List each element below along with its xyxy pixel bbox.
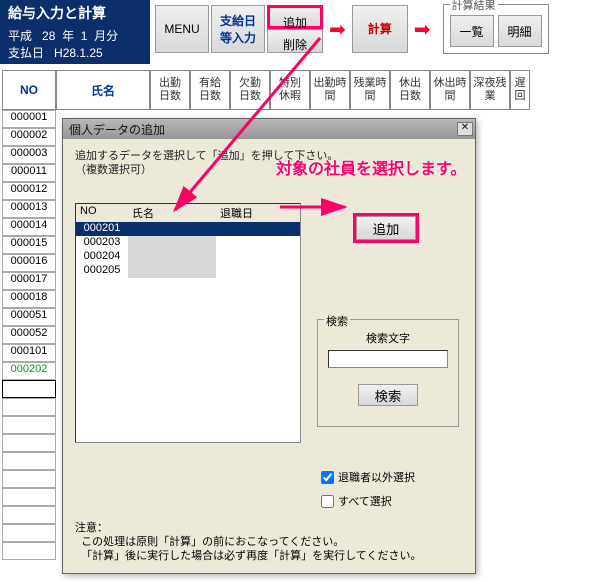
cell-no [2, 452, 56, 470]
selected-cell[interactable] [2, 380, 56, 398]
grid-header-row: NO 氏名 出勤日数 有給日数 欠勤日数 特別休暇 出勤時間 残業時間 休出日数… [2, 70, 608, 110]
cell-no [2, 506, 56, 524]
banner-date-row: 平成 28 年 1 月分 [8, 27, 142, 44]
exclude-retired-checkbox[interactable]: 退職者以外選択 [321, 469, 415, 485]
arrow-right-icon: ➡ [329, 17, 346, 42]
add-delete-stack: 追加 削除 [267, 5, 323, 53]
cell-no: 000011 [2, 164, 56, 182]
list-button[interactable]: 一覧 [450, 15, 494, 47]
grid-header-col: 出勤日数 [150, 70, 190, 110]
cell-no: 000052 [2, 326, 56, 344]
search-frame-label: 検索 [324, 313, 350, 329]
dialog-titlebar: 個人データの追加 ✕ [63, 119, 475, 139]
cell-no: 000014 [2, 218, 56, 236]
grid-header-col: 深夜残業 [470, 70, 510, 110]
cell-no: 000003 [2, 146, 56, 164]
employee-listbox[interactable]: NO 氏名 退職日 000201 000203 000204 000205 [75, 203, 301, 443]
result-label: 計算結果 [450, 0, 498, 13]
exclude-retired-checkbox-input[interactable] [321, 471, 334, 484]
result-frame: 計算結果 一覧 明細 [443, 4, 549, 54]
grid-header-no: NO [2, 70, 56, 110]
grid-header-col: 欠勤日数 [230, 70, 270, 110]
add-button[interactable]: 追加 [267, 5, 323, 29]
search-frame: 検索 検索文字 検索 [317, 319, 459, 427]
delete-button[interactable]: 削除 [267, 29, 323, 53]
menu-button[interactable]: MENU [155, 5, 209, 53]
search-input[interactable] [328, 350, 448, 368]
calc-button[interactable]: 計算 [352, 5, 408, 53]
cell-no [2, 542, 56, 560]
supply-date-button[interactable]: 支給日 等入力 [211, 5, 265, 53]
list-header: NO 氏名 退職日 [76, 204, 300, 222]
toolbar: MENU 支給日 等入力 追加 削除 ➡ 計算 ➡ 計算結果 一覧 明細 [155, 4, 549, 54]
list-item[interactable]: 000204 [76, 250, 300, 264]
add-personal-data-dialog: 個人データの追加 ✕ 追加するデータを選択して「追加」を押して下さい。 （複数選… [62, 118, 476, 574]
list-item[interactable]: 000203 [76, 236, 300, 250]
cell-no: 000016 [2, 254, 56, 272]
cell-no: 000013 [2, 200, 56, 218]
grid-header-col: 休出時間 [430, 70, 470, 110]
banner-title: 給与入力と計算 [8, 3, 142, 23]
search-button[interactable]: 検索 [358, 384, 418, 406]
cell-no: 000001 [2, 110, 56, 128]
dialog-instruction: 追加するデータを選択して「追加」を押して下さい。 （複数選択可） [75, 149, 463, 177]
dialog-title-text: 個人データの追加 [69, 121, 165, 138]
list-item[interactable]: 000201 [76, 222, 300, 236]
dialog-note: 注意： この処理は原則「計算」の前におこなってください。 「計算」後に実行した場… [75, 521, 421, 563]
grid-header-col: 出勤時間 [310, 70, 350, 110]
cell-no [2, 434, 56, 452]
close-icon[interactable]: ✕ [457, 122, 473, 136]
dialog-add-button-wrap: 追加 [353, 213, 419, 243]
cell-no [2, 488, 56, 506]
select-all-checkbox[interactable]: すべて選択 [321, 493, 415, 509]
cell-no [2, 470, 56, 488]
banner-pay-row: 支払日 H28.1.25 [8, 44, 142, 61]
cell-no: 000051 [2, 308, 56, 326]
grid-header-col: 休出日数 [390, 70, 430, 110]
cell-no: 000015 [2, 236, 56, 254]
checkbox-group: 退職者以外選択 すべて選択 [321, 469, 415, 517]
title-banner: 給与入力と計算 平成 28 年 1 月分 支払日 H28.1.25 [0, 0, 150, 64]
grid-header-col: 残業時間 [350, 70, 390, 110]
grid-header-name: 氏名 [56, 70, 150, 110]
cell-no: 000101 [2, 344, 56, 362]
cell-no: 000002 [2, 128, 56, 146]
cell-no [2, 416, 56, 434]
cell-no: 000202 [2, 362, 56, 380]
arrow-right-icon: ➡ [414, 17, 431, 42]
grid-header-col: 遅回 [510, 70, 530, 110]
detail-button[interactable]: 明細 [498, 15, 542, 47]
dialog-add-button[interactable]: 追加 [356, 216, 416, 240]
search-sub-label: 検索文字 [328, 330, 448, 346]
list-item[interactable]: 000205 [76, 264, 300, 278]
cell-no [2, 524, 56, 542]
grid-header-col: 有給日数 [190, 70, 230, 110]
grid-header-col: 特別休暇 [270, 70, 310, 110]
select-all-checkbox-input[interactable] [321, 495, 334, 508]
cell-no: 000012 [2, 182, 56, 200]
cell-no: 000017 [2, 272, 56, 290]
cell-no [2, 398, 56, 416]
cell-no: 000018 [2, 290, 56, 308]
